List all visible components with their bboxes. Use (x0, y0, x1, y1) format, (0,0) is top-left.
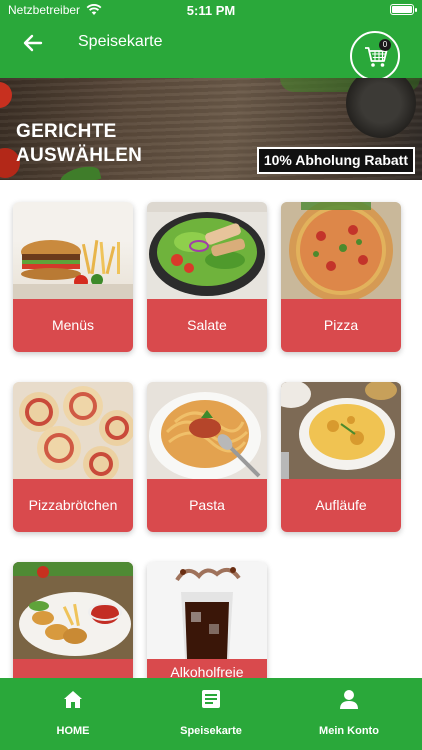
category-image-7 (13, 562, 133, 659)
category-tile-pizzabroetchen[interactable]: Pizzabrötchen (13, 382, 133, 532)
category-label: Menüs (13, 299, 133, 352)
category-tile-salate[interactable]: Salate (147, 202, 267, 352)
category-image-alkoholfreie (147, 562, 267, 659)
page-title: Speisekarte (78, 33, 163, 50)
category-label: Pizzabrötchen (13, 479, 133, 532)
category-grid: Menüs Salate Pizza Pizzabrötchen Pasta A… (0, 180, 422, 678)
category-label: Pizza (281, 299, 401, 352)
category-image-menus (13, 202, 133, 299)
cart-count-badge: 0 (379, 39, 391, 51)
category-tile-alkoholfreie[interactable]: Alkoholfreie (147, 562, 267, 678)
category-image-pizza (281, 202, 401, 299)
nav-home[interactable]: HOME (3, 678, 143, 750)
category-label: Aufläufe (281, 479, 401, 532)
back-arrow-icon (23, 34, 43, 52)
status-bar: Netzbetreiber 5:11 PM (0, 0, 422, 22)
nav-row: Speisekarte 0 (0, 28, 422, 81)
cart-button[interactable]: 0 (350, 31, 400, 81)
category-tile-menus[interactable]: Menüs (13, 202, 133, 352)
banner-title: GERICHTE AUSWÄHLEN (16, 120, 142, 168)
discount-badge: 10% Abholung Rabatt (256, 147, 415, 174)
nav-home-label: HOME (56, 725, 90, 737)
category-image-pizzabroetchen (13, 382, 133, 479)
back-button[interactable] (20, 30, 46, 56)
battery-icon (390, 4, 417, 15)
category-image-salate (147, 202, 267, 299)
app-header: Netzbetreiber 5:11 PM Speisekarte 0 (0, 0, 422, 81)
category-tile-pasta[interactable]: Pasta (147, 382, 267, 532)
category-label: Salate (147, 299, 267, 352)
promo-banner: GERICHTE AUSWÄHLEN 10% Abholung Rabatt (0, 78, 422, 180)
category-label (13, 659, 133, 678)
banner-title-line2: AUSWÄHLEN (16, 145, 143, 166)
nav-account[interactable]: Mein Konto (279, 678, 419, 750)
menu-list-icon (202, 690, 220, 708)
category-image-pasta (147, 382, 267, 479)
category-tile-pizza[interactable]: Pizza (281, 202, 401, 352)
category-tile-auflaeufe[interactable]: Aufläufe (281, 382, 401, 532)
banner-title-line1: GERICHTE (16, 121, 117, 142)
category-label: Pasta (147, 479, 267, 532)
status-time: 5:11 PM (186, 3, 236, 18)
nav-account-label: Mein Konto (319, 725, 379, 737)
category-image-auflaeufe (281, 382, 401, 479)
bottom-navigation: HOME Speisekarte Mein Konto (0, 678, 422, 750)
category-label: Alkoholfreie (147, 659, 267, 678)
account-icon (340, 690, 358, 709)
nav-speisekarte-label: Speisekarte (180, 725, 242, 737)
nav-speisekarte[interactable]: Speisekarte (141, 678, 281, 750)
category-tile-7[interactable] (13, 562, 133, 678)
home-icon (64, 691, 82, 708)
